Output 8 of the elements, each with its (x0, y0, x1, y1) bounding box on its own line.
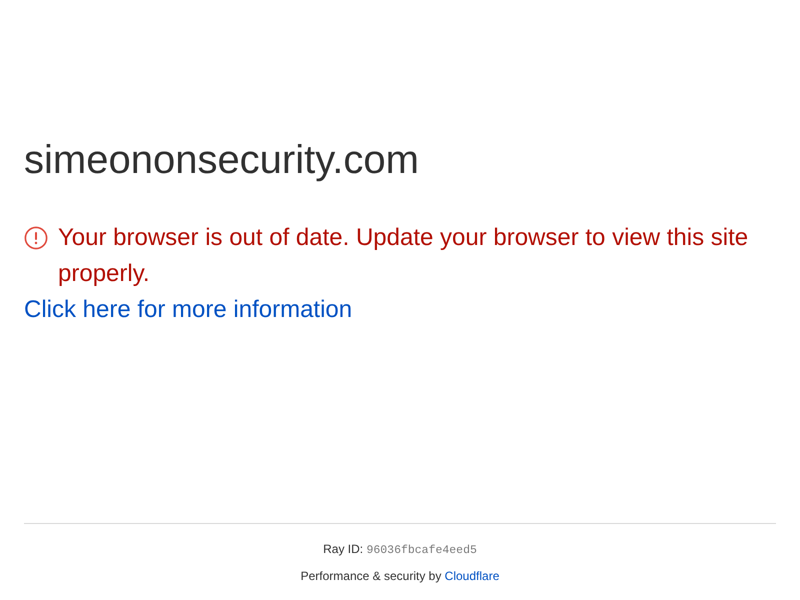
warning-message: Your browser is out of date. Update your browser to view this site properly. (58, 223, 750, 289)
ray-id-label: Ray ID: (323, 542, 364, 556)
site-title: simeononsecurity.com (24, 137, 419, 184)
exclamation-circle-icon (24, 226, 48, 250)
credit-text: Performance & security by (300, 569, 442, 583)
ray-id-value: 96036fbcafe4eed5 (366, 544, 477, 557)
more-information-link[interactable]: Click here for more information (24, 292, 352, 328)
credit-link[interactable]: Cloudflare (444, 569, 500, 583)
